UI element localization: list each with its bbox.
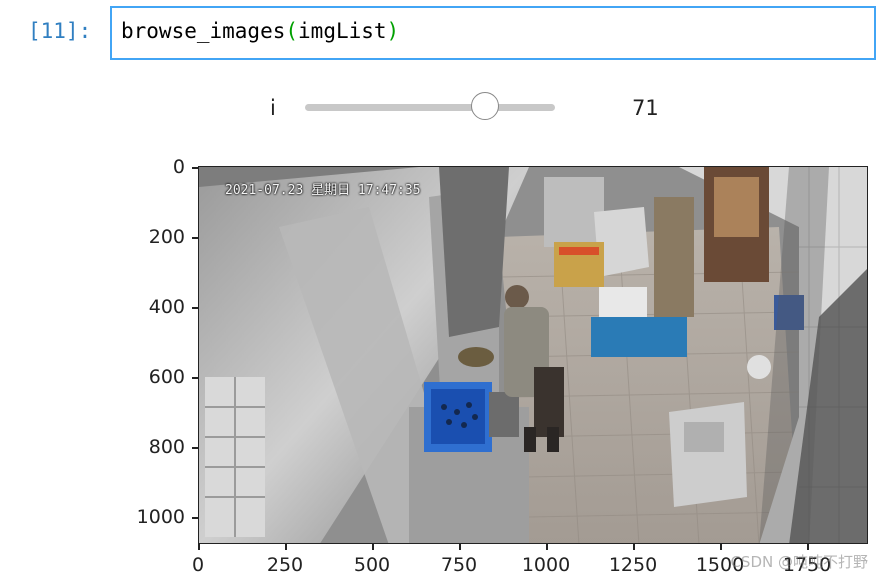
camera-timestamp-overlay: 2021-07.23 星期日 17:47:35 [225,183,421,198]
index-slider[interactable] [305,92,555,120]
x-tick [807,544,809,550]
x-tick-label: 500 [353,554,391,576]
cell-prompt: [11]: [28,19,92,43]
x-tick-label: 1000 [521,554,571,576]
slider-value: 71 [632,96,659,120]
x-tick [459,544,461,550]
x-tick [633,544,635,550]
x-tick [372,544,374,550]
y-tick-label: 200 [148,226,185,248]
x-tick-label: 250 [266,554,304,576]
y-tick-label: 400 [148,296,185,318]
slider-label: i [270,96,276,120]
y-tick-label: 800 [148,436,185,458]
code-text: browse_images(imgList) [121,19,400,43]
image-axes: 2021-07.23 星期日 17:47:35 [198,166,868,544]
x-tick [546,544,548,550]
x-tick [285,544,287,550]
x-tick-label: 750 [440,554,478,576]
x-tick [198,544,200,550]
x-tick-label: 0 [191,554,205,576]
kitchen-camera-image [199,167,867,543]
csdn-watermark: CSDN @吨吨不打野 [730,553,868,571]
slider-handle[interactable] [471,92,499,120]
x-tick-label: 1250 [608,554,658,576]
code-cell-input[interactable]: browse_images(imgList) [110,6,876,60]
y-tick-label: 600 [148,366,185,388]
y-tick-label: 1000 [136,506,185,528]
y-tick-label: 0 [172,156,185,178]
x-tick [720,544,722,550]
